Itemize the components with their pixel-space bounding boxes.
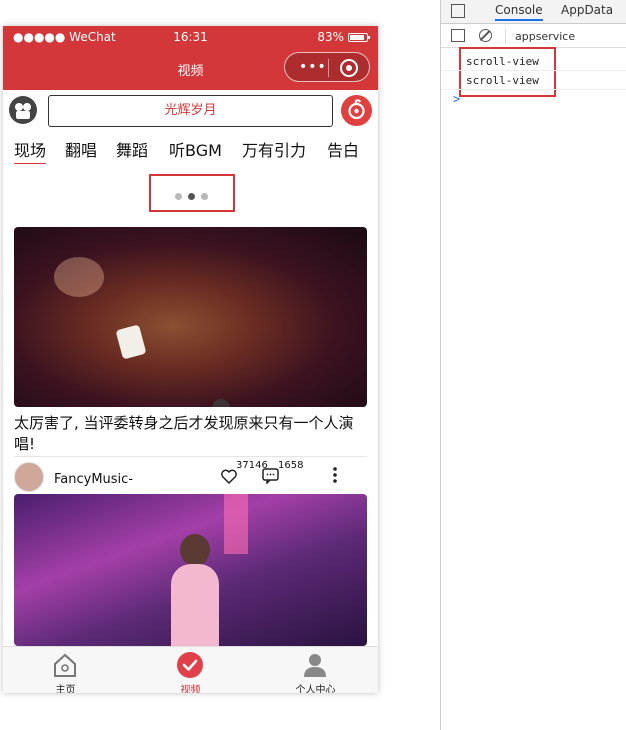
divider [505,28,506,44]
tissue-image [115,324,147,360]
singer-image [180,534,210,566]
console-toolbar: appservice [441,24,626,48]
author-name[interactable]: FancyMusic- [54,472,133,487]
divider [14,456,367,457]
stage-light [54,257,104,297]
singer-image [171,564,219,646]
tab-cover[interactable]: 翻唱 [65,137,97,161]
tabbar-item-home[interactable]: 主页 [3,647,128,693]
phone-simulator: ●●●●● WeChat 16:31 83% 视频 ••• 光辉岁月 现场 翻唱… [3,26,378,693]
stage-light [224,494,248,554]
more-dots-icon[interactable]: ••• [299,60,327,74]
close-circle-icon[interactable] [340,59,358,77]
video-check-icon [177,652,203,678]
category-tabs: 现场 翻唱 舞蹈 听BGM 万有引力 告白 [3,134,378,164]
console-log-line: scroll-view [466,55,539,68]
comment-count: 1658 [278,460,304,471]
loading-dot [188,193,195,200]
tabbar-label: 视频 [180,685,201,693]
loading-dot [201,193,208,200]
more-vertical-icon[interactable] [333,467,337,483]
battery-icon [348,32,370,42]
battery-indicator: 83% [317,30,370,44]
divider [441,89,626,90]
sidebar-toggle-icon[interactable] [451,29,465,42]
video-caption: 太厉害了, 当评委转身之后才发现原来只有一个人演唱! [14,414,354,453]
divider [441,70,626,71]
camera-icon[interactable] [9,96,37,124]
battery-percent: 83% [317,30,344,44]
tab-confession[interactable]: 告白 [327,137,359,161]
navigation-bar: 视频 ••• [3,48,378,90]
avatar[interactable] [14,462,44,492]
tab-live[interactable]: 现场 [14,137,47,164]
user-icon [304,654,326,677]
home-icon [54,653,76,677]
capsule-divider [328,59,329,77]
loading-indicator [149,174,235,212]
tabbar-item-profile[interactable]: 个人中心 [253,647,378,693]
tabbar-item-video[interactable]: 视频 [128,647,253,693]
video-meta-row: FancyMusic- 37146 1658 [3,460,378,494]
console-log-line: scroll-view [466,74,539,87]
tab-dance[interactable]: 舞蹈 [116,137,148,161]
tabbar-label: 个人中心 [295,685,336,693]
video-thumbnail[interactable] [14,227,367,407]
tab-console[interactable]: Console [495,3,543,21]
devtools-panel: Console AppData appservice scroll-view s… [440,0,626,730]
tabbar-label: 主页 [55,685,76,693]
console-prompt[interactable]: > [453,92,460,106]
video-thumbnail[interactable] [14,494,367,646]
inspect-icon[interactable] [451,4,465,18]
devtools-tabs: Console AppData [441,0,626,24]
bottom-tabbar: 主页 视频 个人中心 [3,646,378,693]
comment-icon[interactable] [262,468,279,484]
clear-console-icon[interactable] [479,29,492,42]
context-selector[interactable]: appservice [515,30,575,43]
play-icon[interactable] [212,399,230,407]
search-row: 光辉岁月 [3,90,378,132]
search-input[interactable]: 光辉岁月 [48,95,333,127]
tab-appdata[interactable]: AppData [561,3,613,17]
loading-dot [175,193,182,200]
capsule-menu[interactable]: ••• [284,52,370,82]
status-bar: ●●●●● WeChat 16:31 83% [3,26,378,48]
tab-gravity[interactable]: 万有引力 [242,137,306,161]
tab-bgm[interactable]: 听BGM [169,137,222,161]
netease-music-icon[interactable] [341,95,372,126]
